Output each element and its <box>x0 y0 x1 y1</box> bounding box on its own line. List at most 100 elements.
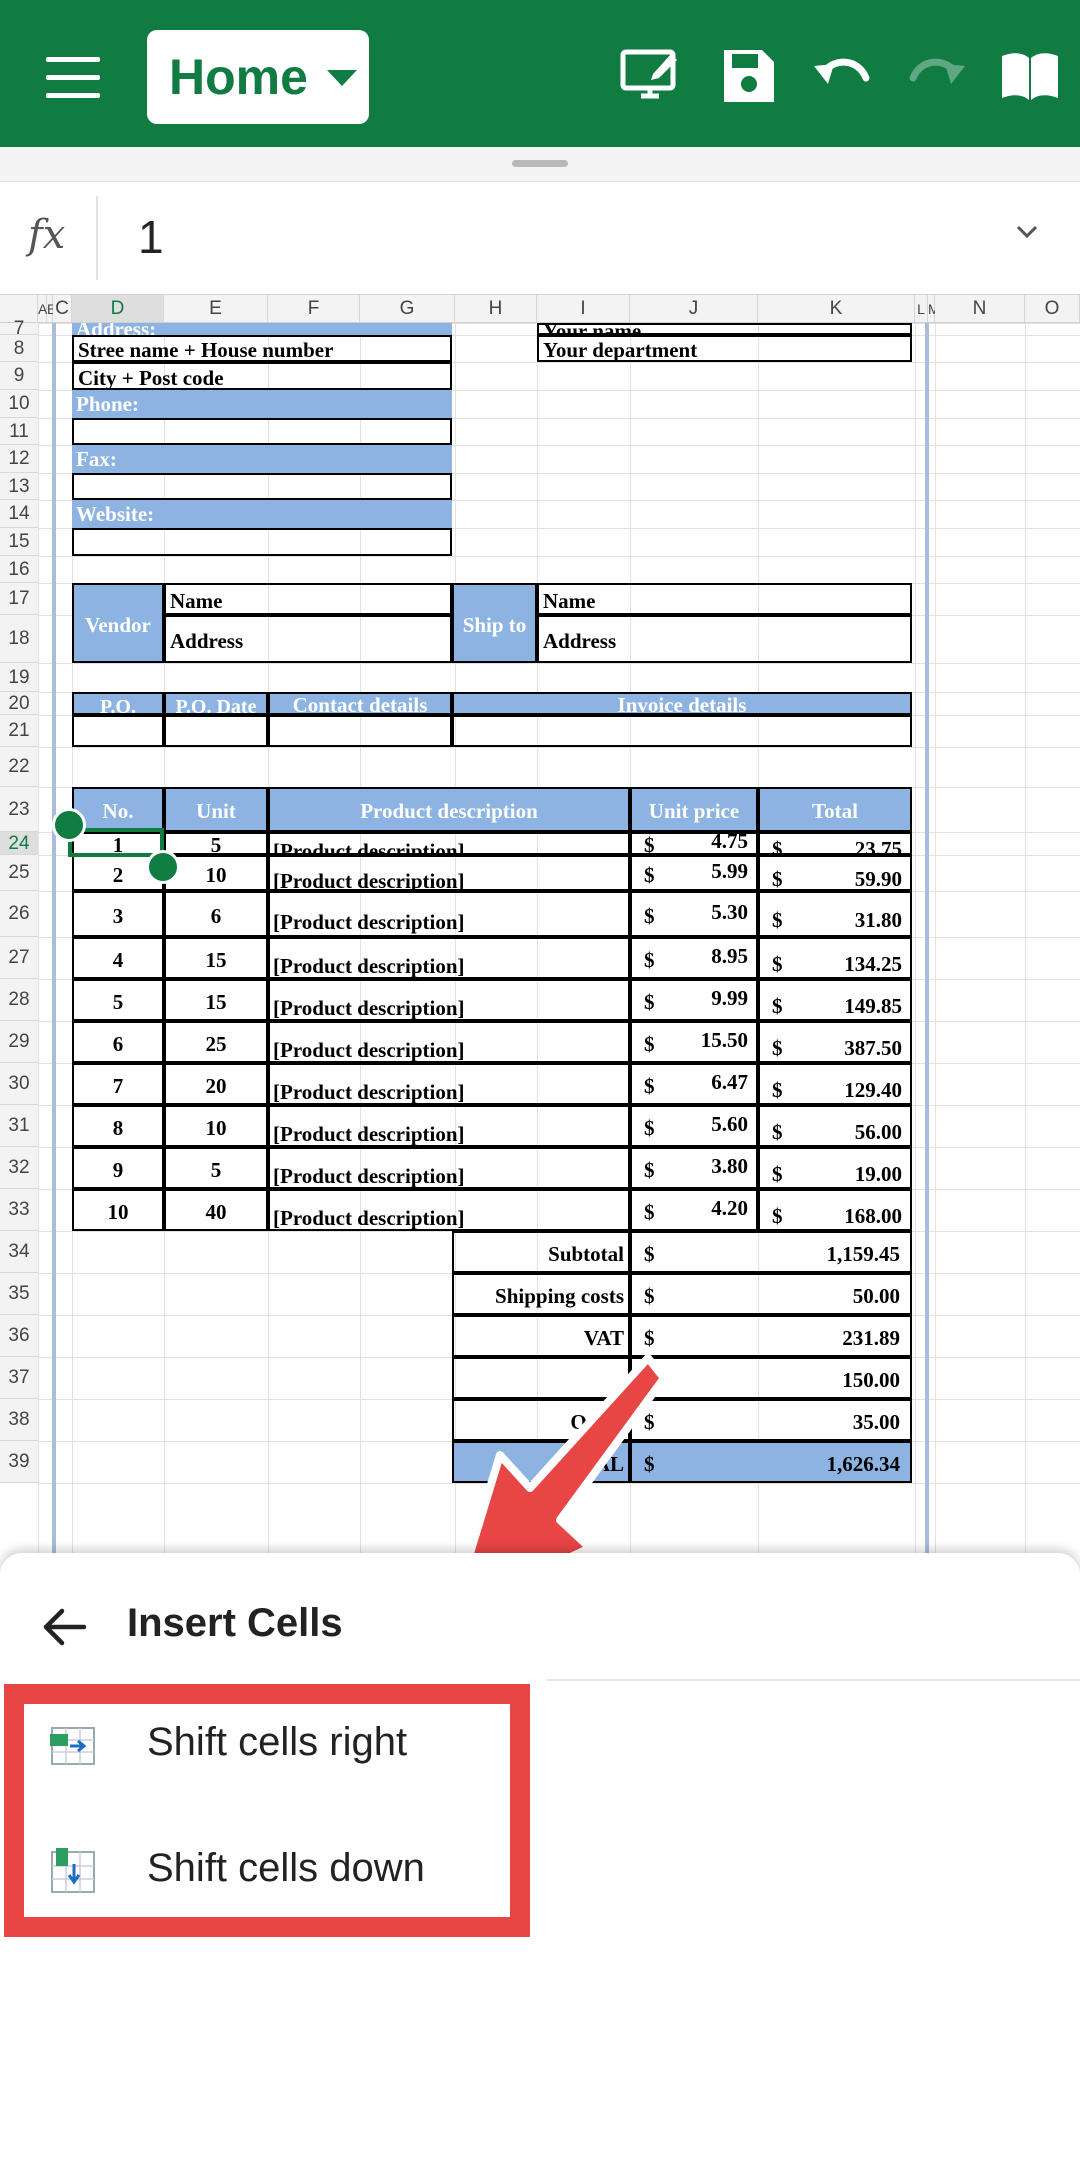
row-header[interactable]: 8 <box>0 335 38 362</box>
row-header[interactable]: 27 <box>0 937 38 979</box>
selection-handle[interactable] <box>52 808 86 842</box>
item-unit-cell[interactable]: 10 <box>164 855 268 891</box>
row-header[interactable]: 13 <box>0 473 38 500</box>
summary-value-cell[interactable]: $150.00 <box>630 1357 912 1399</box>
your-name-cell[interactable]: Your name <box>537 323 912 335</box>
item-total-cell[interactable]: $31.80 <box>758 891 912 937</box>
column-header[interactable]: G <box>360 295 455 323</box>
contact-details-header[interactable]: Contact details <box>268 692 452 715</box>
row-header[interactable]: 7 <box>0 319 38 338</box>
row-header[interactable]: 10 <box>0 390 38 418</box>
summary-value-cell[interactable]: $1,626.34 <box>630 1441 912 1483</box>
column-header[interactable]: H <box>455 295 537 323</box>
item-unit-cell[interactable]: 6 <box>164 891 268 937</box>
vendor-label[interactable]: Vendor <box>72 583 164 663</box>
column-header[interactable]: F <box>268 295 360 323</box>
phone-label[interactable]: Phone: <box>72 390 452 418</box>
drag-handle[interactable] <box>512 160 568 167</box>
item-description-cell[interactable]: [Product description] <box>268 1063 630 1105</box>
column-header[interactable]: L <box>915 295 928 323</box>
unit-header[interactable]: Unit <box>164 787 268 832</box>
item-unit-cell[interactable]: 15 <box>164 979 268 1021</box>
summary-label-cell[interactable]: Shipping costs <box>452 1273 630 1315</box>
row-header[interactable]: 12 <box>0 445 38 473</box>
item-description-cell[interactable]: [Product description] <box>268 979 630 1021</box>
row-header[interactable]: 26 <box>0 891 38 937</box>
your-department-cell[interactable]: Your department <box>537 335 912 362</box>
row-header[interactable]: 34 <box>0 1231 38 1273</box>
item-price-cell[interactable]: $5.99 <box>630 855 758 891</box>
view-mode-icon[interactable] <box>619 44 683 108</box>
row-header[interactable]: 28 <box>0 979 38 1021</box>
item-total-cell[interactable]: $387.50 <box>758 1021 912 1063</box>
item-unit-cell[interactable]: 40 <box>164 1189 268 1231</box>
row-header[interactable]: 23 <box>0 787 38 832</box>
column-header[interactable]: C <box>53 295 72 323</box>
item-price-cell[interactable]: $4.20 <box>630 1189 758 1231</box>
street-cell[interactable]: Stree name + House number <box>72 335 452 362</box>
item-no-cell[interactable]: 8 <box>72 1105 164 1147</box>
description-header[interactable]: Product description <box>268 787 630 832</box>
row-header[interactable]: 14 <box>0 500 38 528</box>
row-header[interactable]: 29 <box>0 1021 38 1063</box>
column-header[interactable]: M <box>928 295 940 323</box>
summary-label-cell[interactable] <box>452 1357 630 1399</box>
row-header[interactable]: 15 <box>0 528 38 556</box>
item-price-cell[interactable]: $8.95 <box>630 937 758 979</box>
item-unit-cell[interactable]: 5 <box>164 832 268 855</box>
city-cell[interactable]: City + Post code <box>72 362 452 390</box>
item-no-cell[interactable]: 7 <box>72 1063 164 1105</box>
item-total-cell[interactable]: $149.85 <box>758 979 912 1021</box>
vendor-address-cell[interactable]: Address <box>164 615 452 663</box>
website-value[interactable] <box>72 528 452 556</box>
row-header[interactable]: 39 <box>0 1441 38 1483</box>
item-description-cell[interactable]: [Product description] <box>268 1147 630 1189</box>
summary-label-cell[interactable]: Other <box>452 1399 630 1441</box>
summary-value-cell[interactable]: $231.89 <box>630 1315 912 1357</box>
phone-value[interactable] <box>72 418 452 445</box>
website-label[interactable]: Website: <box>72 500 452 528</box>
item-unit-cell[interactable]: 25 <box>164 1021 268 1063</box>
summary-value-cell[interactable]: $50.00 <box>630 1273 912 1315</box>
item-no-cell[interactable]: 3 <box>72 891 164 937</box>
row-header[interactable]: 22 <box>0 747 38 787</box>
item-price-cell[interactable]: $6.47 <box>630 1063 758 1105</box>
item-unit-cell[interactable]: 15 <box>164 937 268 979</box>
po-number-cell[interactable] <box>72 715 164 747</box>
item-total-cell[interactable]: $56.00 <box>758 1105 912 1147</box>
row-header[interactable]: 20 <box>0 692 38 715</box>
row-header[interactable]: 11 <box>0 418 38 445</box>
row-header[interactable]: 17 <box>0 583 38 615</box>
item-no-cell[interactable]: 5 <box>72 979 164 1021</box>
summary-label-cell[interactable]: VAT <box>452 1315 630 1357</box>
hamburger-menu-icon[interactable] <box>46 57 100 99</box>
item-description-cell[interactable]: [Product description] <box>268 937 630 979</box>
row-header[interactable]: 32 <box>0 1147 38 1189</box>
row-header[interactable]: 31 <box>0 1105 38 1147</box>
ribbon-drag-strip[interactable] <box>0 147 1080 182</box>
item-description-cell[interactable]: [Product description] <box>268 855 630 891</box>
po-date-cell[interactable] <box>164 715 268 747</box>
fax-value[interactable] <box>72 473 452 500</box>
column-header[interactable]: N <box>935 295 1025 323</box>
row-header[interactable]: 33 <box>0 1189 38 1231</box>
item-unit-cell[interactable]: 5 <box>164 1147 268 1189</box>
summary-label-cell[interactable]: Subtotal <box>452 1231 630 1273</box>
po-number-header[interactable]: P.O. Number <box>72 692 164 715</box>
row-header[interactable]: 19 <box>0 663 38 692</box>
ribbon-tab-selector[interactable]: Home <box>147 30 369 124</box>
item-total-cell[interactable]: $134.25 <box>758 937 912 979</box>
item-price-cell[interactable]: $4.75 <box>630 832 758 855</box>
item-price-cell[interactable]: $3.80 <box>630 1147 758 1189</box>
column-header[interactable]: E <box>164 295 268 323</box>
item-description-cell[interactable]: [Product description] <box>268 1105 630 1147</box>
item-unit-cell[interactable]: 10 <box>164 1105 268 1147</box>
contact-details-cell[interactable] <box>268 715 452 747</box>
ship-address-cell[interactable]: Address <box>537 615 912 663</box>
item-price-cell[interactable]: $5.30 <box>630 891 758 937</box>
item-description-cell[interactable]: [Product description] <box>268 832 630 855</box>
item-description-cell[interactable]: [Product description] <box>268 1189 630 1231</box>
column-header[interactable]: I <box>537 295 630 323</box>
invoice-details-cell[interactable] <box>452 715 912 747</box>
column-header[interactable]: A <box>38 295 47 323</box>
